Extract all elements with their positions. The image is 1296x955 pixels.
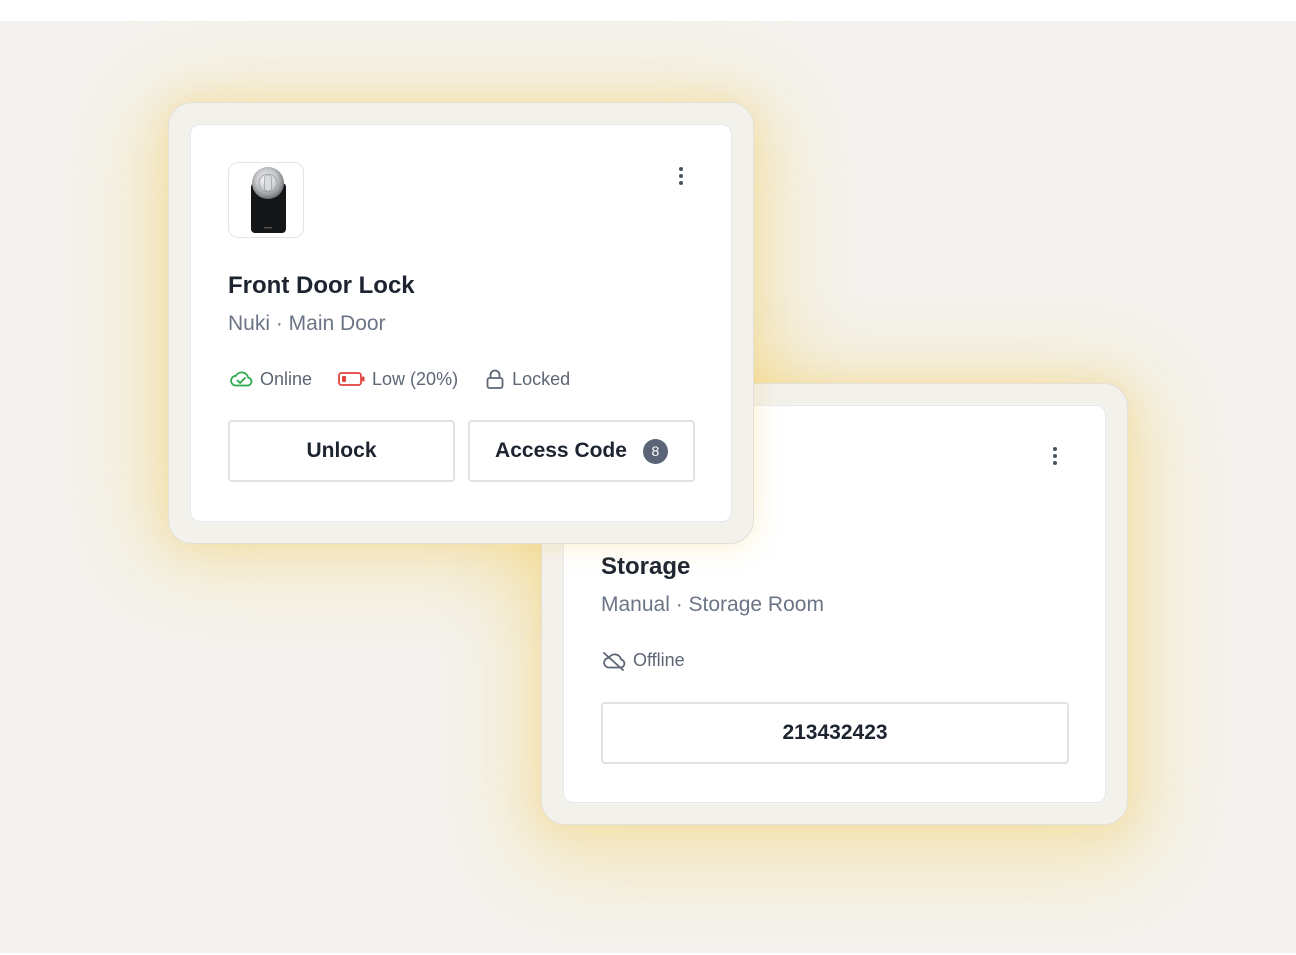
device-card-front-door: Front Door Lock Nuki · Main Door Online — [168, 102, 754, 544]
cloud-off-icon — [603, 651, 626, 671]
device-subtitle: Nuki · Main Door — [228, 312, 386, 335]
access-code-count-badge: 8 — [642, 438, 668, 464]
unlock-button[interactable]: Unlock — [228, 420, 455, 482]
status-label: Locked — [512, 368, 571, 389]
device-title: Front Door Lock — [228, 272, 415, 299]
device-subtitle: Manual · Storage Room — [601, 593, 824, 616]
cloud-check-icon — [230, 371, 253, 387]
access-code-button[interactable]: Access Code 8 — [468, 420, 695, 482]
access-code-value[interactable]: 213432423 — [601, 702, 1069, 764]
card-body: Front Door Lock Nuki · Main Door Online — [190, 124, 732, 522]
device-title: Storage — [601, 553, 691, 580]
status-row: Offline — [601, 650, 711, 671]
more-vertical-icon[interactable] — [669, 161, 693, 191]
status-label: Low (20%) — [372, 368, 459, 389]
smart-lock-device-image — [228, 162, 304, 238]
status-offline: Offline — [601, 650, 685, 671]
status-battery: Low (20%) — [338, 369, 458, 390]
access-code-label: Access Code — [495, 439, 627, 462]
more-vertical-icon[interactable] — [1043, 441, 1067, 471]
smart-lock-icon — [251, 167, 286, 233]
status-online: Online — [228, 369, 312, 390]
status-row: Online Low (20%) Locked — [228, 368, 596, 390]
battery-low-icon — [338, 372, 365, 386]
status-lock: Locked — [484, 368, 570, 390]
canvas: Storage Manual · Storage Room Offline 21… — [0, 21, 1296, 953]
status-label: Online — [260, 368, 313, 389]
lock-icon — [486, 369, 504, 389]
status-label: Offline — [633, 650, 685, 670]
